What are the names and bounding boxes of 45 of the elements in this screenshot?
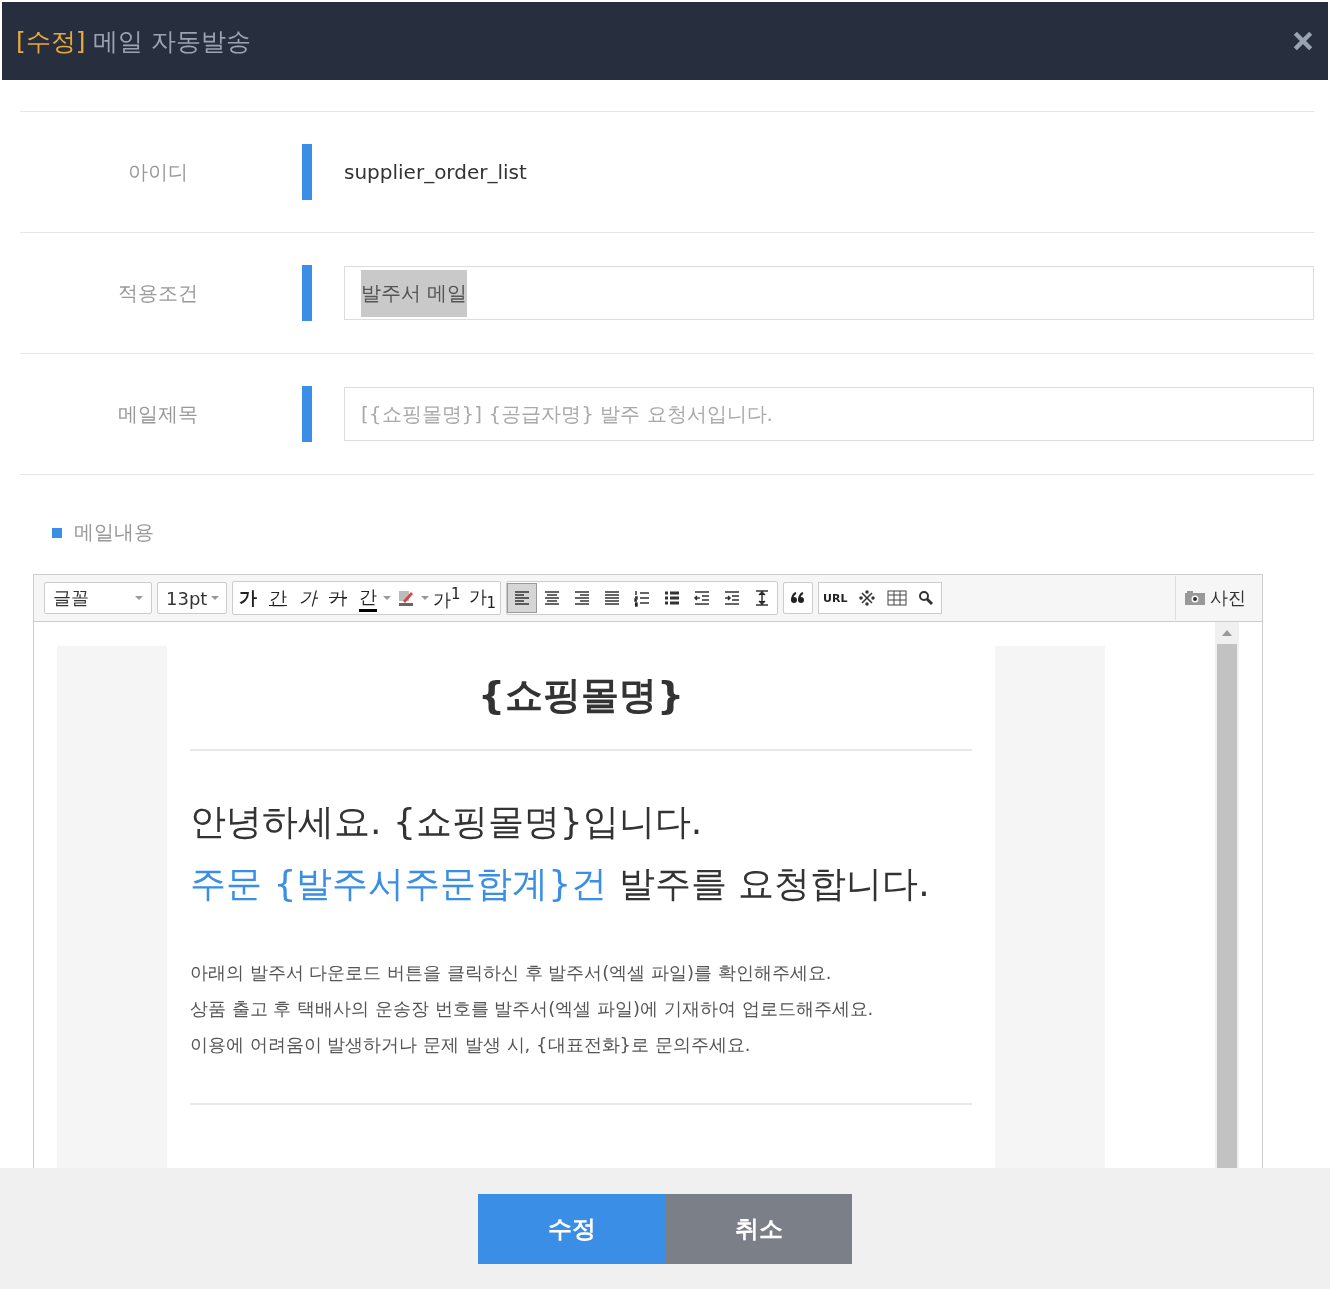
section-title: 메일내용 (74, 519, 154, 546)
paragraph: 상품 출고 후 택배사의 운송장 번호를 발주서(엑셀 파일)에 기재하여 업로드해주세요. (190, 997, 875, 1021)
align-icon (603, 589, 622, 607)
caret-icon (135, 596, 143, 600)
label-bar (302, 386, 312, 442)
close-icon[interactable] (1292, 30, 1314, 52)
dialog-button[interactable]: 취소 (665, 1193, 852, 1264)
label-bar (302, 144, 312, 200)
align-icon (633, 589, 652, 607)
greeting-text: 안녕하세요. {쇼핑몰명}입니다. (190, 800, 704, 844)
photo-button[interactable]: 사진 (1175, 576, 1252, 620)
bullet-icon (52, 527, 62, 538)
align-icon (663, 589, 682, 607)
table-icon (886, 590, 907, 606)
align-icon (693, 589, 712, 607)
label-bar (302, 265, 312, 321)
font-size-select[interactable]: 13pt (157, 582, 227, 614)
align-icon (513, 589, 532, 607)
caret-icon (211, 596, 220, 600)
scroll-thumb[interactable] (1217, 644, 1237, 1168)
request-text: 주문 {발주서주문합계}건 발주를 요청합니다. (190, 862, 931, 906)
mail-heading: {쇼핑몰명} (476, 672, 686, 719)
window-title: [수정] 메일 자동발송 (16, 25, 252, 58)
highlighter-icon (397, 589, 415, 607)
field-label: 메일제목 (117, 400, 199, 428)
asterisk-icon (858, 590, 875, 606)
quote-icon (790, 591, 807, 605)
field-label: 아이디 (127, 158, 189, 186)
link-button[interactable]: URL (818, 582, 852, 614)
subject-field[interactable]: [{쇼핑몰명}] {공급자명} 발주 요청서입니다. (344, 387, 1314, 441)
align-icon (723, 589, 742, 607)
font-select[interactable]: 글꼴 (44, 582, 152, 614)
condition-field[interactable]: 발주서 메일 (344, 266, 1314, 320)
align-icon (543, 589, 562, 607)
align-button[interactable] (507, 583, 538, 613)
align-icon (573, 589, 592, 607)
field-value: supplier_order_list (344, 160, 527, 184)
search-button[interactable] (911, 582, 942, 614)
quote-button[interactable] (783, 582, 814, 614)
field-label: 적용조건 (117, 279, 199, 307)
paragraph: 아래의 발주서 다운로드 버튼을 클릭하신 후 발주서(엑셀 파일)를 확인해주세요. (190, 961, 833, 985)
paragraph: 이용에 어려움이 발생하거나 문제 발생 시, {대표전화}로 문의주세요. (190, 1033, 752, 1057)
scrollbar[interactable] (1215, 622, 1239, 1168)
search-icon (918, 590, 934, 606)
camera-icon (1184, 590, 1206, 606)
